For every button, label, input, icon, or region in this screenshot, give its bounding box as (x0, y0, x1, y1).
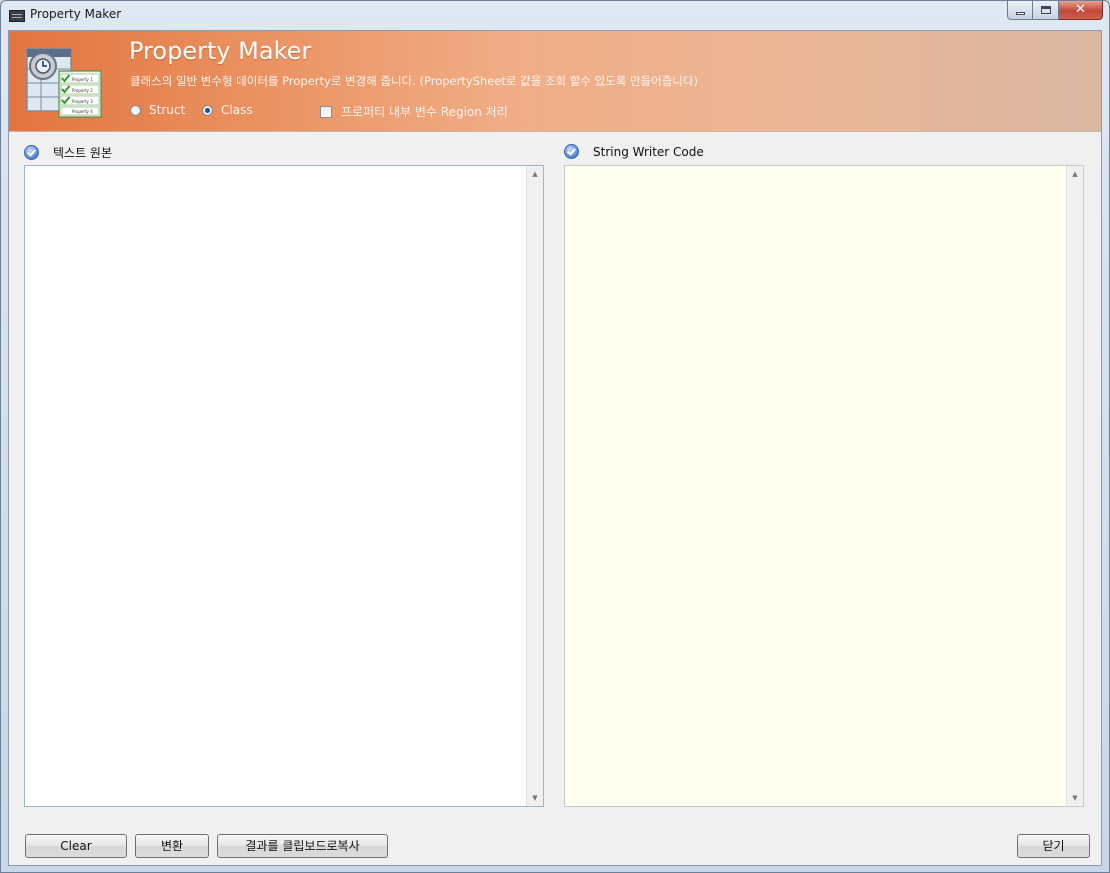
source-text-label: 텍스트 원본 (24, 144, 112, 161)
source-text-box: ▲ ▼ (24, 165, 544, 807)
minimize-button[interactable] (1007, 1, 1033, 20)
source-text-label-text: 텍스트 원본 (53, 146, 113, 160)
class-radio[interactable] (202, 104, 213, 116)
property-grid-logo-icon: Property 1 Property 2 Property 3 Propert… (26, 48, 102, 118)
writer-code-output[interactable] (565, 166, 1083, 806)
scroll-down-icon[interactable]: ▼ (527, 790, 543, 806)
struct-label: Struct (149, 103, 186, 117)
source-vertical-scrollbar[interactable]: ▲ ▼ (526, 166, 543, 806)
region-label: 프로퍼티 내부 변수 Region 처리 (341, 105, 508, 119)
app-icon[interactable] (9, 10, 25, 22)
clear-button[interactable]: Clear (25, 834, 127, 858)
scroll-down-icon[interactable]: ▼ (1067, 790, 1083, 806)
header-subtitle: 클래스의 일반 변수형 데이터를 Property로 변경해 줍니다. (Pro… (130, 74, 698, 88)
writer-code-box: ▲ ▼ (564, 165, 1084, 807)
scroll-up-icon[interactable]: ▲ (1067, 166, 1083, 182)
logo-label-2: Property 2 (72, 88, 93, 93)
copy-to-clipboard-button[interactable]: 결과를 클립보드로복사 (217, 834, 388, 858)
convert-button[interactable]: 변환 (135, 834, 209, 858)
logo-label-3: Property 3 (72, 99, 93, 104)
struct-option[interactable]: Struct (130, 103, 185, 117)
scroll-up-icon[interactable]: ▲ (527, 166, 543, 182)
check-circle-icon (564, 144, 579, 159)
writer-code-vertical-scrollbar[interactable]: ▲ ▼ (1066, 166, 1083, 806)
source-text-input[interactable] (25, 166, 543, 806)
header-title: Property Maker (129, 37, 312, 65)
maximize-button[interactable] (1033, 1, 1059, 20)
class-option[interactable]: Class (202, 103, 253, 117)
writer-code-label-text: String Writer Code (593, 144, 704, 159)
struct-radio[interactable] (130, 104, 141, 116)
window-title: Property Maker (30, 7, 122, 21)
region-checkbox[interactable] (320, 105, 332, 118)
close-button[interactable]: 닫기 (1017, 834, 1090, 858)
close-icon: ✕ (1075, 2, 1086, 17)
header-banner: Property 1 Property 2 Property 3 Propert… (9, 31, 1101, 132)
logo-label-4: Property 4 (72, 109, 93, 114)
logo-label-1: Property 1 (72, 77, 93, 82)
title-bar[interactable]: Property Maker ✕ (1, 1, 1109, 29)
writer-code-label: String Writer Code (564, 144, 704, 159)
region-option[interactable]: 프로퍼티 내부 변수 Region 처리 (320, 103, 508, 120)
client-area: Property 1 Property 2 Property 3 Propert… (8, 30, 1102, 866)
caption-buttons: ✕ (1007, 1, 1103, 21)
check-circle-icon (24, 145, 39, 160)
close-window-button[interactable]: ✕ (1059, 1, 1103, 20)
app-window: Property Maker ✕ Property 1 Property 2 P… (0, 0, 1110, 873)
class-label: Class (221, 103, 253, 117)
